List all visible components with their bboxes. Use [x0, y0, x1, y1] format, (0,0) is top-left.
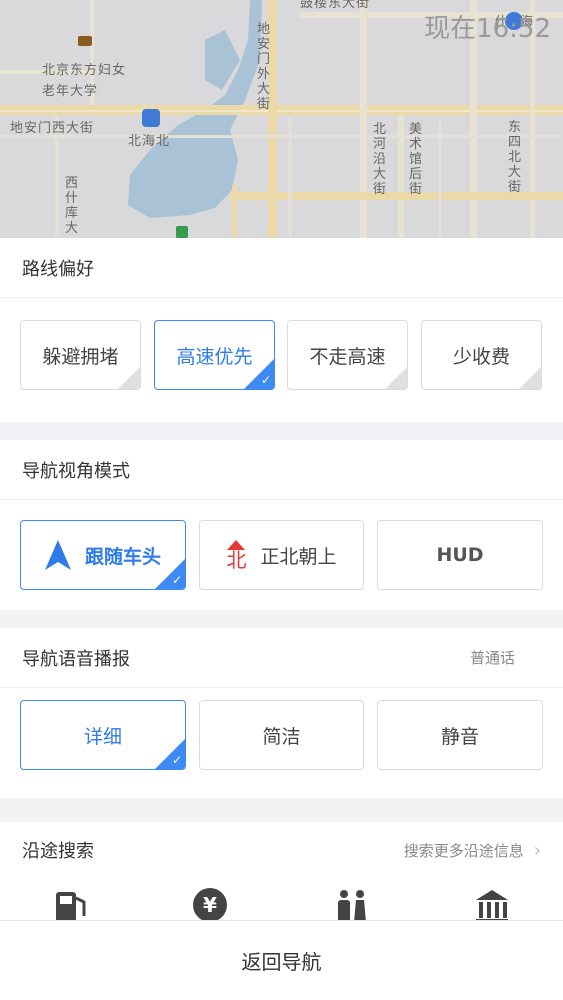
voice-option-label: 详细 [83, 725, 122, 748]
map-view[interactable]: 鼓楼东大街 北京东方妇女老年大学 地安门外大街 地安门西大街 北海北 西什库大 … [0, 0, 563, 240]
map-label-dianmenwai: 地安门外大街 [256, 22, 271, 112]
navigation-arrow-icon [44, 540, 71, 570]
along-search-more-link[interactable]: 搜索更多沿途信息 › [404, 840, 541, 861]
view-option-label: 正北朝上 [260, 545, 337, 568]
voice-option-detailed[interactable]: 详细 ✓ [20, 700, 186, 770]
time-overlay: 现在16:52 [424, 14, 551, 44]
route-preference-header: 路线偏好 [0, 238, 563, 298]
voice-option-label: 简洁 [262, 725, 301, 748]
atm-icon-glyph: ¥ [193, 888, 227, 922]
check-icon: ✓ [171, 753, 182, 767]
gas-station-icon[interactable] [54, 888, 90, 922]
map-label-gulou: 鼓楼东大街 [300, 0, 371, 11]
atm-icon[interactable]: ¥ [192, 888, 228, 922]
check-icon: ✓ [260, 373, 271, 387]
voice-section: 导航语音播报 普通话 详细 ✓ 简洁 静音 [0, 628, 563, 798]
chevron-right-icon: › [533, 839, 541, 861]
nav-view-title: 导航视角模式 [22, 460, 130, 482]
north-up-icon: 北 [226, 540, 246, 570]
route-preference-title: 路线偏好 [22, 258, 94, 280]
voice-option-label: 静音 [440, 725, 479, 748]
map-label-beihaibei: 北海北 [128, 134, 171, 149]
voice-title: 导航语音播报 [22, 648, 130, 670]
route-option-label: 高速优先 [176, 345, 253, 368]
route-option-label: 少收费 [452, 345, 510, 368]
along-search-section: 沿途搜索 搜索更多沿途信息 › [0, 822, 563, 878]
bank-icon[interactable] [474, 888, 510, 922]
route-option-avoid-highway[interactable]: 不走高速 [287, 320, 408, 390]
view-option-heading-up[interactable]: 跟随车头 ✓ [20, 520, 186, 590]
navigation-settings-sheet: 路线偏好 躲避拥堵 高速优先 ✓ 不走高速 少收费 导航视角模式 跟随车头 ✓ … [0, 238, 563, 1000]
view-option-hud[interactable]: HUD [377, 520, 543, 590]
back-to-navigation-label: 返回导航 [241, 950, 322, 974]
north-up-icon-glyph: 北 [226, 548, 247, 572]
route-option-less-toll[interactable]: 少收费 [421, 320, 542, 390]
map-label-hospital: 北京东方妇女老年大学 [42, 63, 127, 99]
along-search-more-label: 搜索更多沿途信息 [403, 841, 524, 860]
voice-dialect[interactable]: 普通话 [470, 647, 515, 668]
option-corner-indicator [118, 367, 140, 389]
view-option-north-up[interactable]: 北 正北朝上 [199, 520, 364, 590]
map-label-beiheyan: 北河沿大街 [372, 122, 387, 197]
map-label-dianmenxi: 地安门西大街 [10, 121, 95, 136]
nav-view-header: 导航视角模式 [0, 440, 563, 500]
along-search-header[interactable]: 沿途搜索 搜索更多沿途信息 › [0, 822, 563, 878]
nav-view-options: 跟随车头 ✓ 北 正北朝上 HUD [0, 500, 563, 610]
voice-options: 详细 ✓ 简洁 静音 [0, 688, 563, 798]
back-to-navigation-button[interactable]: 返回导航 [0, 920, 563, 1000]
voice-option-concise[interactable]: 简洁 [199, 700, 364, 770]
along-search-title: 沿途搜索 [22, 841, 94, 862]
map-label-meishuguan: 美术馆后街 [408, 122, 423, 197]
route-option-label: 躲避拥堵 [42, 345, 119, 368]
route-preference-section: 路线偏好 躲避拥堵 高速优先 ✓ 不走高速 少收费 [0, 238, 563, 422]
route-option-label: 不走高速 [309, 345, 386, 368]
map-label-xishiku: 西什库大 [64, 176, 79, 236]
route-option-highway-first[interactable]: 高速优先 ✓ [154, 320, 275, 390]
view-option-label: HUD [436, 544, 484, 566]
check-icon: ✓ [171, 573, 182, 587]
restroom-icon[interactable] [334, 888, 370, 922]
subway-icon[interactable] [142, 109, 160, 127]
route-option-avoid-congestion[interactable]: 躲避拥堵 [20, 320, 141, 390]
along-search-icons: ¥ [0, 878, 563, 922]
route-preference-options: 躲避拥堵 高速优先 ✓ 不走高速 少收费 [0, 298, 563, 422]
nav-view-section: 导航视角模式 跟随车头 ✓ 北 正北朝上 HUD [0, 440, 563, 610]
option-corner-indicator [519, 367, 541, 389]
view-option-label: 跟随车头 [84, 545, 161, 568]
park-icon[interactable] [176, 226, 188, 238]
option-corner-indicator [385, 367, 407, 389]
voice-option-mute[interactable]: 静音 [377, 700, 543, 770]
voice-header[interactable]: 导航语音播报 普通话 [0, 628, 563, 688]
map-label-dongsibei: 东四北大街 [507, 120, 522, 195]
school-icon[interactable] [78, 36, 92, 46]
